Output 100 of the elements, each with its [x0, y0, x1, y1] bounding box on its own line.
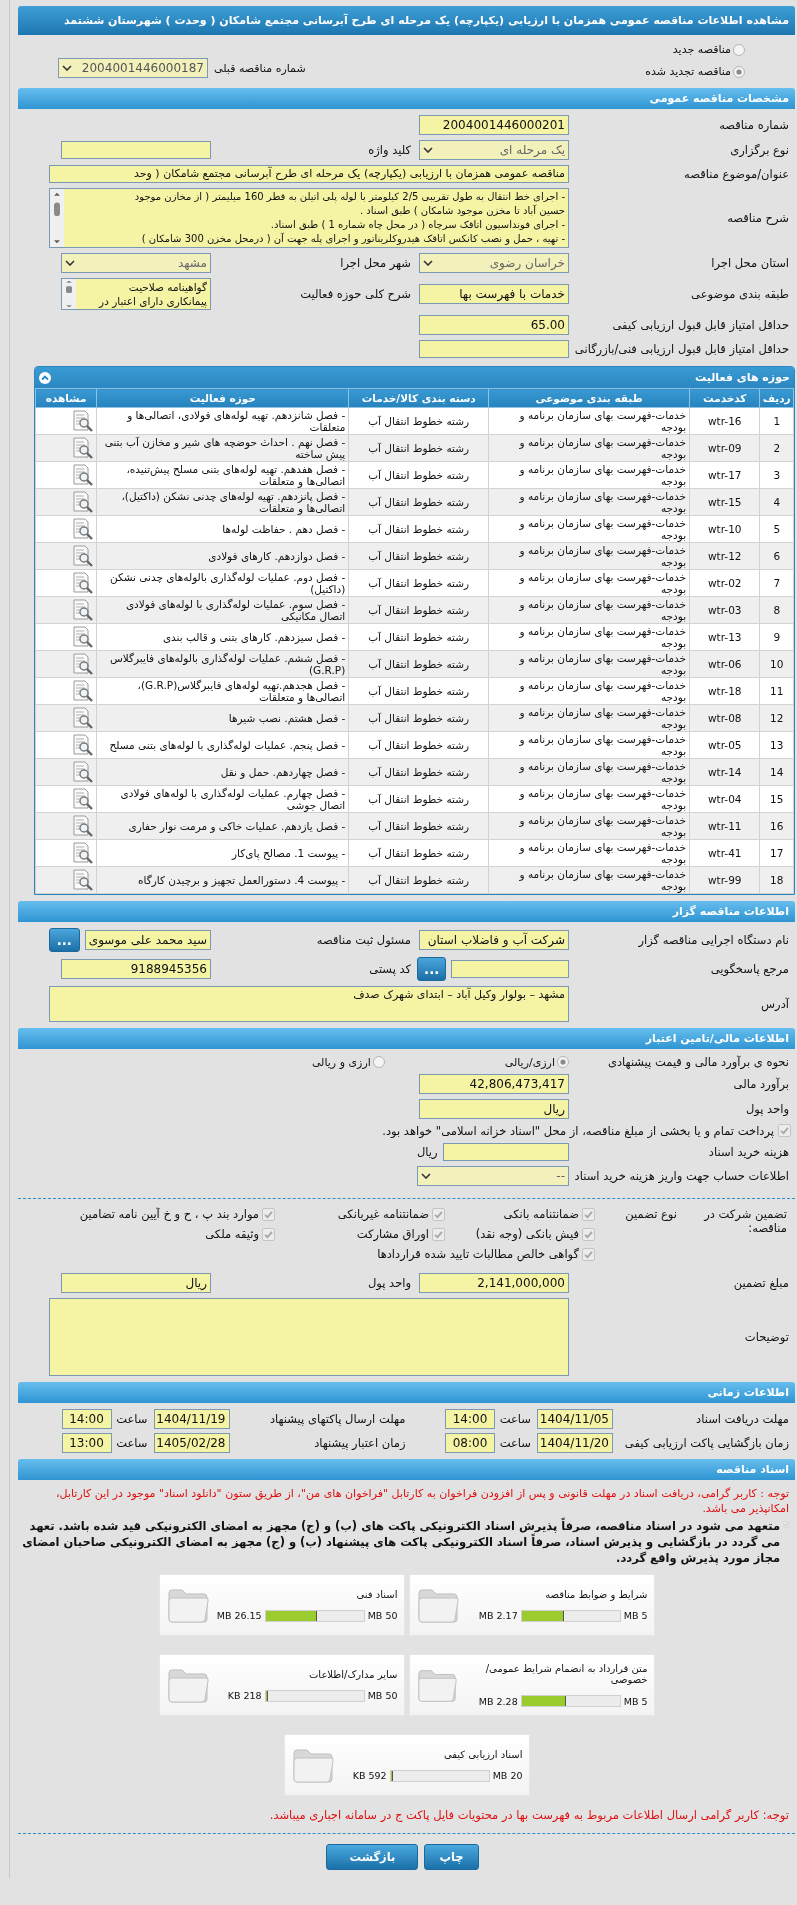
text-field[interactable]: [61, 141, 211, 159]
document-magnifier-icon[interactable]: [71, 599, 94, 621]
text-field[interactable]: [419, 340, 569, 358]
collapse-icon[interactable]: [39, 371, 51, 384]
field-label: عنوان/موضوع مناقصه: [683, 167, 790, 181]
dropdown[interactable]: خراسان رضوی: [419, 253, 569, 273]
field-label: تضمین شرکت در مناقصه:: [702, 1207, 788, 1235]
dropdown[interactable]: 2004001446000187: [58, 58, 208, 78]
scrollbar-drawing[interactable]: [62, 279, 76, 309]
text-field[interactable]: 65.00: [419, 315, 569, 335]
document-magnifier-icon[interactable]: [71, 437, 94, 459]
radio-button[interactable]: [557, 1056, 569, 1068]
document-magnifier-icon[interactable]: [71, 491, 94, 513]
table-cell: wtr-09: [689, 434, 760, 462]
text-area[interactable]: - اجرای خط انتقال به طول تقریبی 2/5 کیلومتر با لوله پلی اتیلن به قطر 160 میلیمتر ( از مخازن موجود حسین آباد تا مخزن موجود شامکان ) طبق اسناد . - اجرای فونداسیون اتاقک سرچاه ( در محل چاه شماره 1 ) طبق اسناد. - تهیه ، حمل و نصب کانکس اتاقک هیدروکلریناتور و اجرای پله جهت آن ( درمحل مخزن 300 شامکان ): [49, 188, 569, 248]
document-magnifier-icon[interactable]: [71, 626, 94, 648]
browse-button[interactable]: ...: [417, 957, 447, 981]
browse-button[interactable]: ...: [49, 928, 80, 952]
text-field[interactable]: ریال: [61, 1273, 211, 1293]
text-field[interactable]: [442, 1143, 569, 1161]
checkbox[interactable]: [778, 1124, 791, 1137]
text-field[interactable]: 2,141,000,000: [419, 1273, 569, 1293]
chevron-down-icon[interactable]: [65, 260, 75, 266]
chevron-down-icon[interactable]: [423, 260, 433, 266]
dropdown[interactable]: یک مرحله ای: [419, 140, 569, 160]
text-field[interactable]: 2004001446000201: [419, 115, 569, 135]
time-field[interactable]: 08:00: [445, 1433, 495, 1453]
unit-label: ریال: [417, 1145, 438, 1159]
checkbox[interactable]: [582, 1227, 595, 1241]
chevron-down-icon[interactable]: [62, 65, 72, 71]
checkbox[interactable]: [582, 1247, 595, 1261]
table-cell: - فصل چهاردهم. حمل و نقل: [96, 758, 349, 786]
time-field[interactable]: 13:00: [61, 1433, 112, 1453]
action-button[interactable]: چاپ: [424, 1844, 479, 1870]
table-cell: رشته خطوط انتقال آب: [348, 866, 489, 894]
document-magnifier-icon[interactable]: [71, 572, 94, 594]
text-field[interactable]: [451, 960, 569, 978]
file-size: 2.17 MB: [478, 1610, 518, 1621]
date-field[interactable]: 1405/02/28: [153, 1433, 230, 1453]
document-magnifier-icon[interactable]: [71, 680, 94, 702]
document-magnifier-icon[interactable]: [71, 869, 94, 891]
field-label: شماره مناقصه قبلی: [214, 61, 306, 75]
time-field[interactable]: 14:00: [445, 1409, 495, 1429]
scrollbar-drawing[interactable]: [50, 189, 64, 247]
table-cell: رشته خطوط انتقال آب: [348, 677, 489, 705]
document-magnifier-icon[interactable]: [71, 815, 94, 837]
field-label: زمان اعتبار پیشنهاد: [313, 1436, 407, 1450]
action-button[interactable]: بازگشت: [326, 1844, 419, 1870]
document-magnifier-icon[interactable]: [71, 788, 94, 810]
text-area[interactable]: مشهد – بولوار وکیل آباد – ابتدای شهرک صدف: [49, 986, 569, 1022]
text-field[interactable]: ریال: [419, 1099, 569, 1119]
radio-button[interactable]: [372, 1056, 385, 1068]
chevron-down-icon[interactable]: [421, 1173, 431, 1179]
field-label: ساعت: [498, 1436, 532, 1450]
page-title: مشاهده اطلاعات مناقصه عمومی همزمان با ارزیابی (یکپارچه) یک مرحله ای طرح آبرسانی مجتمع شامکان ( وحدت ) شهرستان ششتمد: [18, 6, 795, 35]
table-cell: - پیوست 1. مصالح پای‌کار: [96, 839, 349, 867]
text-area[interactable]: [49, 1298, 569, 1376]
document-magnifier-icon[interactable]: [71, 842, 94, 864]
time-field[interactable]: 14:00: [61, 1409, 112, 1429]
table-cell: - فصل سوم. عملیات لوله‌گذاری با لوله‌های فولادی اتصال مکانیکی: [96, 596, 349, 624]
checkbox[interactable]: [783, 1518, 789, 1531]
checkbox[interactable]: [432, 1227, 445, 1241]
field-label: طبقه بندی موضوعی: [690, 287, 790, 301]
text-field[interactable]: 9188945356: [61, 959, 211, 979]
document-magnifier-icon[interactable]: [71, 545, 94, 567]
dropdown[interactable]: --: [417, 1166, 569, 1186]
table-cell: رشته خطوط انتقال آب: [348, 650, 489, 678]
date-field[interactable]: 1404/11/19: [153, 1409, 230, 1429]
document-magnifier-icon[interactable]: [71, 761, 94, 783]
table-cell: خدمات-فهرست بهای سازمان برنامه و بودجه: [488, 515, 690, 543]
text-field[interactable]: خدمات با فهرست بها: [419, 284, 569, 304]
document-magnifier-icon[interactable]: [71, 518, 94, 540]
text-area[interactable]: گواهینامه صلاحیت پیمانکاری دارای اعتبار در: [61, 278, 211, 310]
text-field[interactable]: سید محمد علی موسوی: [84, 930, 211, 950]
checkbox-label: ضمانتنامه بانکی: [503, 1207, 579, 1221]
document-magnifier-icon[interactable]: [71, 653, 94, 675]
radio-button[interactable]: [733, 43, 745, 56]
radio-button[interactable]: [733, 65, 745, 78]
table-cell: خدمات-فهرست بهای سازمان برنامه و بودجه: [488, 866, 690, 894]
field-label: نام دستگاه اجرایی مناقصه گزار: [637, 933, 790, 947]
checkbox[interactable]: [262, 1207, 275, 1221]
chevron-down-icon[interactable]: [423, 147, 433, 153]
text-field[interactable]: 42,806,473,417: [419, 1074, 569, 1094]
document-magnifier-icon[interactable]: [71, 410, 94, 432]
checkbox[interactable]: [432, 1207, 445, 1221]
checkbox[interactable]: [262, 1227, 275, 1241]
date-field[interactable]: 1404/11/05: [537, 1409, 613, 1429]
text-field[interactable]: مناقصه عمومی همزمان با ارزیابی (یکپارچه) یک مرحله ای طرح آبرسانی مجتمع شامکان ( وحد: [49, 165, 569, 183]
table-cell: 12: [759, 704, 794, 732]
text-field[interactable]: شرکت آب و فاضلاب استان: [419, 930, 569, 950]
document-magnifier-icon[interactable]: [71, 464, 94, 486]
checkbox-label: فیش بانکی (وجه نقد): [475, 1227, 579, 1241]
document-magnifier-icon[interactable]: [71, 734, 94, 756]
file-size: 592 KB: [352, 1770, 387, 1781]
table-cell: 2: [759, 434, 794, 462]
date-field[interactable]: 1404/11/20: [537, 1433, 613, 1453]
document-magnifier-icon[interactable]: [71, 707, 94, 729]
dropdown[interactable]: مشهد: [61, 253, 211, 273]
table-cell: - فصل پانزدهم. تهیه لوله‌های چدنی نشکن (داکتیل)، اتصالی‌ها و متعلقات: [96, 488, 349, 516]
checkbox[interactable]: [582, 1207, 595, 1221]
